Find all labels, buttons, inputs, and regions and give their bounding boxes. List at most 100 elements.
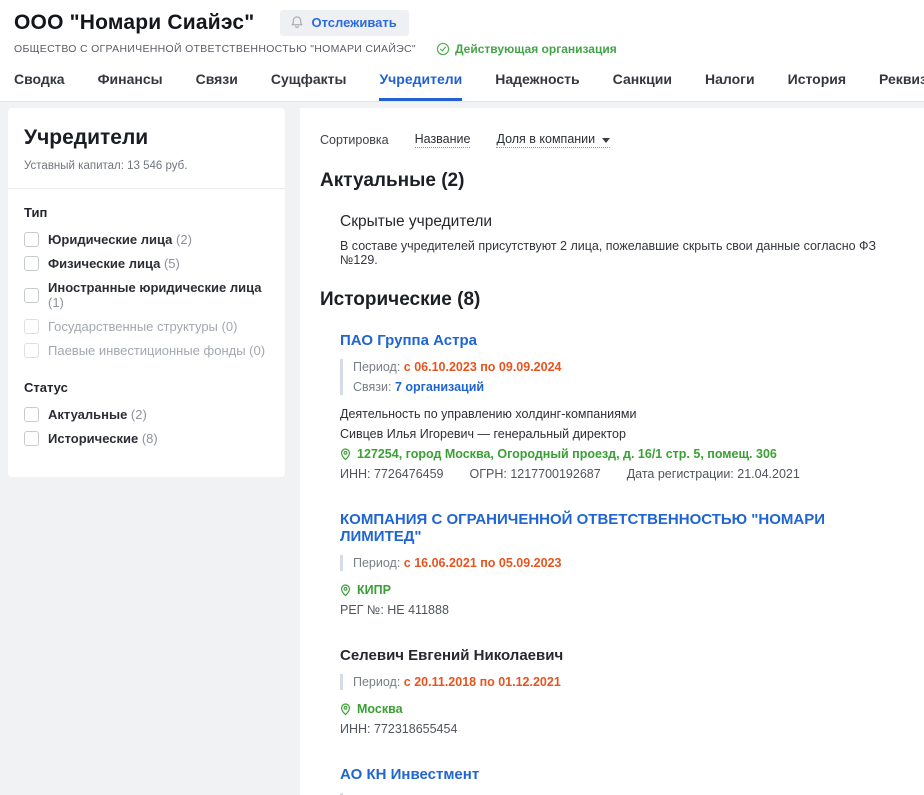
status-badge-label: Действующая организация bbox=[455, 42, 617, 56]
filter-checkbox-row[interactable]: Исторические (8) bbox=[24, 431, 269, 446]
registration-meta-row: РЕГ №: НЕ 411888 bbox=[340, 603, 904, 617]
filter-count: (8) bbox=[142, 431, 158, 446]
checkbox-icon[interactable] bbox=[24, 319, 39, 334]
tab[interactable]: Связи bbox=[196, 71, 238, 101]
period-value: с 16.06.2021 по 05.09.2023 bbox=[404, 556, 562, 570]
connections-link[interactable]: 7 организаций bbox=[395, 380, 484, 394]
location-pin-icon bbox=[340, 448, 351, 461]
checkbox-icon[interactable] bbox=[24, 256, 39, 271]
address-line: Москва bbox=[340, 702, 904, 716]
period-line: Период: с 16.06.2021 по 05.09.2023 bbox=[353, 556, 904, 570]
tab[interactable]: Реквизиты bbox=[879, 71, 924, 101]
period-block: Период: с 06.10.2023 по 09.09.2024 Связи:… bbox=[340, 359, 904, 395]
filter-checkbox-label: Физические лица (5) bbox=[48, 256, 180, 271]
meta-item: ИНН: 772318655454 bbox=[340, 722, 457, 736]
founders-panel: Сортировка Название Доля в компании Акту… bbox=[300, 108, 924, 795]
filter-checkbox-row[interactable]: Паевые инвестиционные фонды (0) bbox=[24, 343, 269, 358]
filter-checkbox-row[interactable]: Актуальные (2) bbox=[24, 407, 269, 422]
sort-option-name[interactable]: Название bbox=[415, 132, 471, 148]
tab[interactable]: Сущфакты bbox=[271, 71, 347, 101]
type-filter-label: Тип bbox=[24, 205, 269, 220]
founder-entry: КОМПАНИЯ С ОГРАНИЧЕННОЙ ОТВЕТСТВЕННОСТЬЮ… bbox=[340, 511, 904, 617]
charter-capital: Уставный капитал: 13 546 руб. bbox=[24, 160, 269, 172]
chevron-down-icon bbox=[602, 138, 610, 143]
period-block: Период: с 20.11.2018 по 01.12.2021 bbox=[340, 674, 904, 690]
founder-name-link[interactable]: АО КН Инвестмент bbox=[340, 766, 479, 783]
tab[interactable]: Финансы bbox=[98, 71, 163, 101]
tab[interactable]: Учредители bbox=[379, 71, 462, 101]
meta-item: Дата регистрации: 21.04.2021 bbox=[627, 467, 800, 481]
follow-button[interactable]: Отслеживать bbox=[280, 10, 408, 36]
filter-count: (0) bbox=[249, 343, 265, 358]
tab[interactable]: Надежность bbox=[495, 71, 579, 101]
filter-count: (2) bbox=[176, 232, 192, 247]
location-pin-icon bbox=[340, 703, 351, 716]
founder-details: КИПР РЕГ №: НЕ 411888 bbox=[340, 583, 904, 617]
founder-name: Селевич Евгений Николаевич bbox=[340, 647, 563, 664]
activity-line: Деятельность по управлению холдинг-компа… bbox=[340, 407, 904, 421]
meta-item: ОГРН: 1217700192687 bbox=[470, 467, 601, 481]
content-area: Учредители Уставный капитал: 13 546 руб.… bbox=[0, 102, 924, 795]
founder-name-link[interactable]: КОМПАНИЯ С ОГРАНИЧЕННОЙ ОТВЕТСТВЕННОСТЬЮ… bbox=[340, 511, 904, 545]
address-line: КИПР bbox=[340, 583, 904, 597]
checkbox-icon[interactable] bbox=[24, 431, 39, 446]
sidebar-title: Учредители bbox=[24, 126, 269, 150]
follow-button-label: Отслеживать bbox=[311, 15, 396, 30]
company-header: ООО "Номари Сиайэс" Отслеживать ОБЩЕСТВО… bbox=[0, 0, 924, 102]
actual-section-heading: Актуальные (2) bbox=[320, 170, 904, 192]
filter-checkbox-row[interactable]: Государственные структуры (0) bbox=[24, 319, 269, 334]
filter-checkbox-row[interactable]: Физические лица (5) bbox=[24, 256, 269, 271]
period-label: Период: bbox=[353, 556, 404, 570]
filter-checkbox-label: Иностранные юридические лица (1) bbox=[48, 280, 269, 310]
period-label: Период: bbox=[353, 360, 404, 374]
checkbox-icon[interactable] bbox=[24, 407, 39, 422]
page-title: ООО "Номари Сиайэс" bbox=[14, 11, 254, 35]
checkbox-icon[interactable] bbox=[24, 232, 39, 247]
bell-icon bbox=[290, 15, 304, 30]
address-line: 127254, город Москва, Огородный проезд, … bbox=[340, 447, 904, 461]
tab[interactable]: Налоги bbox=[705, 71, 755, 101]
period-line: Период: с 06.10.2023 по 09.09.2024 bbox=[353, 360, 904, 374]
hidden-founders-block: Скрытые учредители В составе учредителей… bbox=[320, 213, 904, 267]
filter-count: (1) bbox=[48, 295, 64, 310]
period-value: с 20.11.2018 по 01.12.2021 bbox=[404, 675, 561, 689]
tab[interactable]: Сводка bbox=[14, 71, 65, 101]
founder-entry: Селевич Евгений Николаевич Период: с 20.1… bbox=[340, 647, 904, 736]
registration-meta-row: ИНН: 772318655454 bbox=[340, 722, 904, 736]
founder-details: Деятельность по управлению холдинг-компа… bbox=[340, 407, 904, 481]
sort-option-share[interactable]: Доля в компании bbox=[496, 132, 610, 148]
status-filter-label: Статус bbox=[24, 380, 269, 395]
type-filter-group: Юридические лица (2) Физические лица (5) И… bbox=[24, 232, 269, 358]
filter-count: (2) bbox=[131, 407, 147, 422]
connections-line: Связи: 7 организаций bbox=[353, 380, 904, 394]
sort-row: Сортировка Название Доля в компании bbox=[320, 132, 904, 148]
founder-details: Москва ИНН: 772318655454 bbox=[340, 702, 904, 736]
connections-label: Связи: bbox=[353, 380, 395, 394]
filter-checkbox-row[interactable]: Иностранные юридические лица (1) bbox=[24, 280, 269, 310]
filter-checkbox-label: Актуальные (2) bbox=[48, 407, 147, 422]
filters-sidebar: Учредители Уставный капитал: 13 546 руб.… bbox=[8, 108, 285, 477]
tab[interactable]: История bbox=[788, 71, 846, 101]
checkbox-icon[interactable] bbox=[24, 288, 39, 303]
sort-label: Сортировка bbox=[320, 133, 389, 147]
filter-checkbox-label: Паевые инвестиционные фонды (0) bbox=[48, 343, 265, 358]
filter-count: (0) bbox=[222, 319, 238, 334]
company-full-name: ОБЩЕСТВО С ОГРАНИЧЕННОЙ ОТВЕТСТВЕННОСТЬЮ… bbox=[14, 43, 416, 55]
status-badge: Действующая организация bbox=[436, 42, 617, 56]
tab-bar: Сводка Финансы Связи Сущфакты Учредители Наде… bbox=[0, 71, 924, 102]
filter-checkbox-row[interactable]: Юридические лица (2) bbox=[24, 232, 269, 247]
founder-entry: ПАО Группа Астра Период: с 06.10.2023 по … bbox=[340, 332, 904, 481]
period-label: Период: bbox=[353, 675, 404, 689]
filter-checkbox-label: Исторические (8) bbox=[48, 431, 158, 446]
tab[interactable]: Санкции bbox=[613, 71, 672, 101]
checkbox-icon[interactable] bbox=[24, 343, 39, 358]
meta-item: ИНН: 7726476459 bbox=[340, 467, 444, 481]
founder-entry: АО КН ИнвестментПериод: с 10.04.2025 по … bbox=[340, 766, 904, 795]
location-pin-icon bbox=[340, 584, 351, 597]
period-line: Период: с 20.11.2018 по 01.12.2021 bbox=[353, 675, 904, 689]
status-filter-group: Актуальные (2) Исторические (8) bbox=[24, 407, 269, 446]
meta-item: РЕГ №: НЕ 411888 bbox=[340, 603, 449, 617]
period-value: с 06.10.2023 по 09.09.2024 bbox=[404, 360, 562, 374]
director-line: Сивцев Илья Игоревич — генеральный дирек… bbox=[340, 427, 904, 441]
founder-name-link[interactable]: ПАО Группа Астра bbox=[340, 332, 477, 349]
